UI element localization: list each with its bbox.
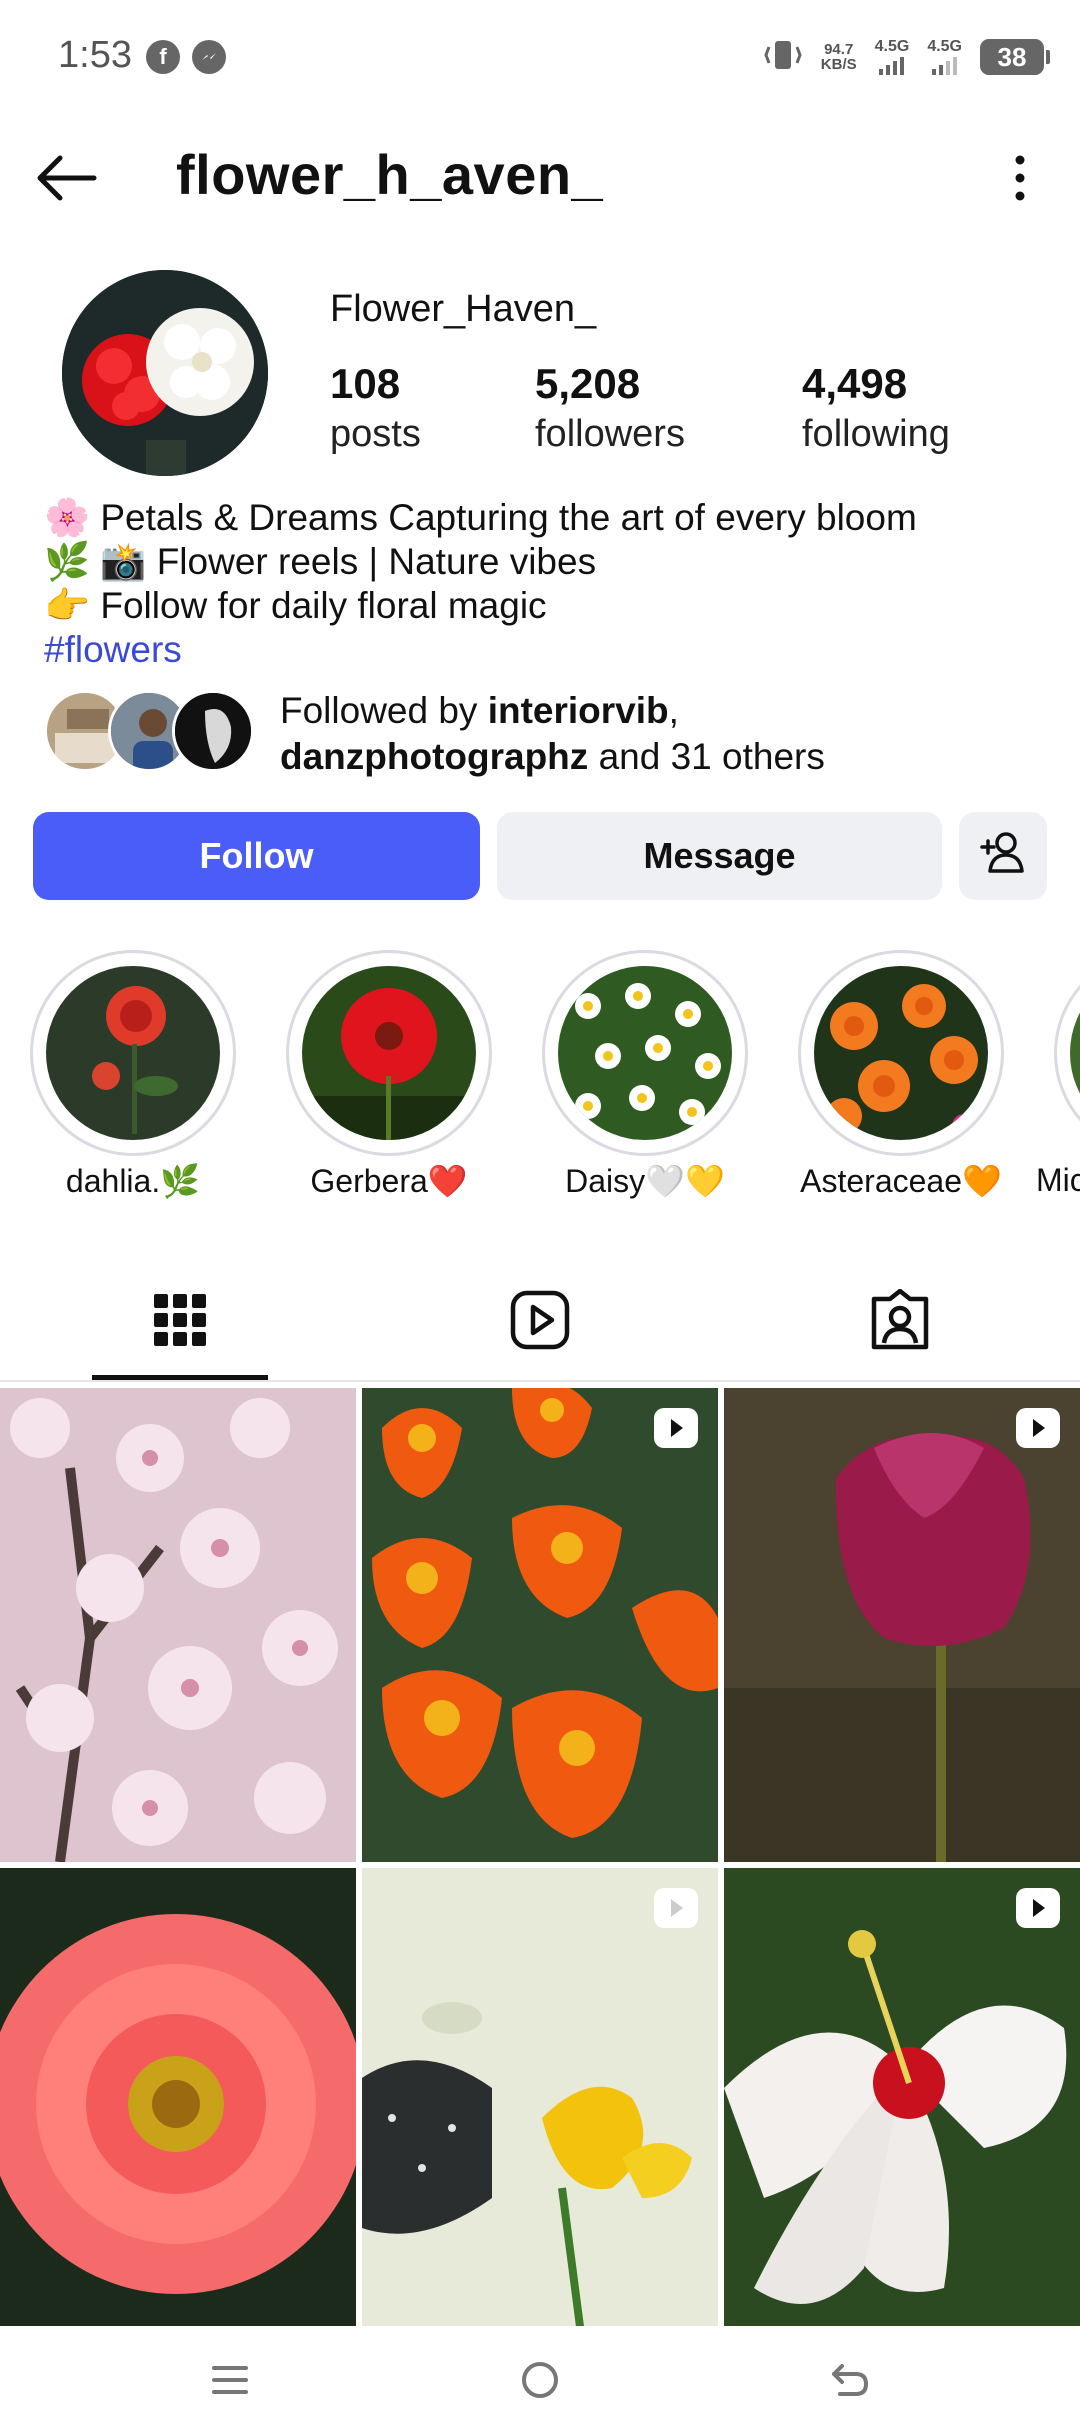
back-arrow-icon[interactable]: [30, 150, 100, 206]
reels-icon: [510, 1290, 570, 1355]
highlight-thumbnail: [302, 966, 476, 1140]
bio-hashtag-link[interactable]: #flowers: [44, 628, 1044, 672]
status-indicators: 94.7 KB/S 4.5G 4.5G 38: [763, 36, 1050, 78]
network-signal-1: 4.5G: [875, 39, 909, 75]
status-time: 1:53: [58, 34, 132, 76]
follower-username[interactable]: interiorvib: [488, 690, 669, 731]
back-nav-icon[interactable]: [820, 2350, 880, 2410]
tagged-icon: [868, 1288, 932, 1356]
post-thumbnail[interactable]: [724, 1868, 1080, 2326]
system-navigation-bar: [0, 2326, 1080, 2436]
profile-tabs: [0, 1262, 1080, 1382]
highlight-label: Daisy🤍💛: [565, 1163, 725, 1199]
post-thumbnail[interactable]: [724, 1388, 1080, 1862]
profile-avatar[interactable]: [62, 270, 268, 476]
grid-icon: [154, 1293, 206, 1351]
story-highlight[interactable]: Daisy🤍💛: [542, 950, 748, 1210]
highlight-label: Mic: [1036, 1162, 1080, 1198]
network-signal-2: 4.5G: [927, 39, 962, 75]
recent-apps-icon[interactable]: [200, 2350, 260, 2410]
home-icon[interactable]: [510, 2350, 570, 2410]
bio-line: 👉 Follow for daily floral magic: [44, 585, 547, 626]
stat-following[interactable]: 4,498 following: [802, 358, 950, 458]
highlight-label: Asteraceae🧡: [800, 1163, 1002, 1199]
bio-line: 🌿 📸 Flower reels | Nature vibes: [44, 541, 597, 582]
battery-indicator: 38: [980, 39, 1050, 75]
highlight-thumbnail: [1070, 966, 1080, 1140]
follow-button[interactable]: Follow: [33, 812, 480, 900]
story-highlight[interactable]: Asteraceae🧡: [798, 950, 1004, 1210]
vibrate-icon: [763, 37, 803, 78]
follower-username[interactable]: danzphotographz: [280, 736, 588, 777]
highlight-label: dahlia.🌿: [65, 1163, 201, 1199]
post-thumbnail[interactable]: [0, 1388, 356, 1862]
profile-bio: 🌸 Petals & Dreams Capturing the art of e…: [44, 496, 1044, 672]
posts-grid: [0, 1388, 1080, 2326]
tab-grid[interactable]: [0, 1262, 360, 1382]
followed-by-text: Followed by interiorvib, danzphotographz…: [280, 690, 825, 777]
highlight-thumbnail: [558, 966, 732, 1140]
highlight-thumbnail: [46, 966, 220, 1140]
messenger-icon: [192, 40, 226, 74]
story-highlight[interactable]: Mic: [1036, 950, 1080, 1210]
post-thumbnail[interactable]: [362, 1388, 718, 1862]
reel-indicator-icon: [1016, 1888, 1060, 1928]
message-button[interactable]: Message: [497, 812, 942, 900]
tab-reels[interactable]: [360, 1262, 720, 1382]
stat-followers[interactable]: 5,208 followers: [535, 358, 685, 458]
highlight-label: Gerbera❤️: [310, 1163, 468, 1199]
stat-posts[interactable]: 108 posts: [330, 358, 421, 458]
facebook-icon: f: [146, 40, 180, 74]
profile-display-name: Flower_Haven_: [330, 288, 597, 330]
reel-indicator-icon: [654, 1408, 698, 1448]
post-thumbnail[interactable]: [0, 1868, 356, 2326]
followed-by-section[interactable]: Followed by interiorvib, danzphotographz…: [44, 688, 1044, 777]
follower-avatar: [172, 690, 254, 772]
bio-line: 🌸 Petals & Dreams Capturing the art of e…: [44, 497, 917, 538]
reel-indicator-icon: [654, 1888, 698, 1928]
add-person-icon: [978, 829, 1028, 884]
highlight-thumbnail: [814, 966, 988, 1140]
profile-handle: flower_h_aven_: [176, 143, 604, 206]
suggested-users-button[interactable]: [959, 812, 1047, 900]
tab-tagged[interactable]: [720, 1262, 1080, 1382]
more-options-icon[interactable]: [1010, 150, 1030, 206]
net-speed: 94.7 KB/S: [820, 41, 857, 73]
story-highlight[interactable]: dahlia.🌿: [30, 950, 236, 1210]
profile-header: flower_h_aven_: [0, 120, 1080, 230]
reel-indicator-icon: [1016, 1408, 1060, 1448]
story-highlight[interactable]: Gerbera❤️: [286, 950, 492, 1210]
post-thumbnail[interactable]: [362, 1868, 718, 2326]
status-bar: 1:53 f 94.7 KB/S 4.5G 4.5G 38: [0, 0, 1080, 118]
